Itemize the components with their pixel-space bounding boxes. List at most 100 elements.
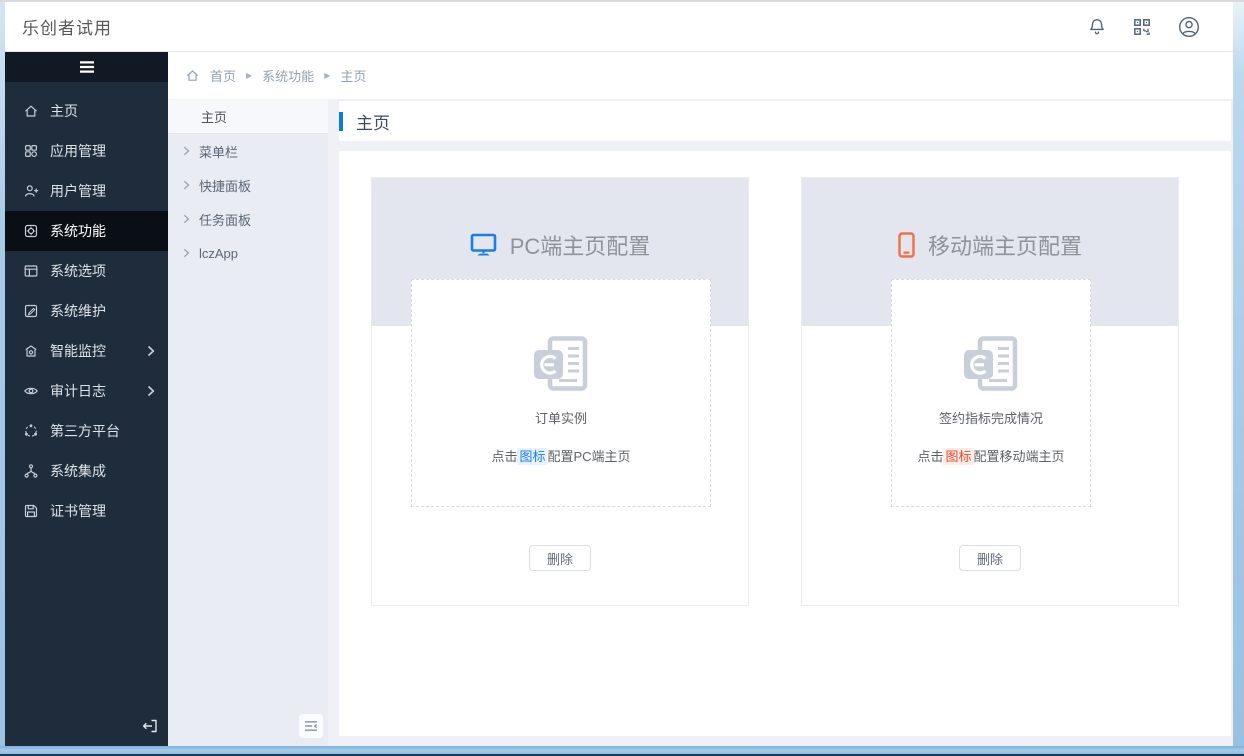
hamburger-icon bbox=[78, 61, 96, 73]
sidebar-item-label: 系统维护 bbox=[50, 301, 106, 321]
sidebar-collapse-exit-icon[interactable] bbox=[141, 718, 159, 734]
system-gear-icon bbox=[23, 223, 39, 239]
submenu-item-label: lczApp bbox=[199, 246, 238, 261]
breadcrumb-separator: ▶ bbox=[246, 72, 252, 80]
submenu-item-home[interactable]: 主页 bbox=[168, 100, 328, 134]
phone-icon bbox=[898, 232, 915, 258]
sidebar-item-label: 系统功能 bbox=[50, 221, 106, 241]
submenu-item-label: 主页 bbox=[201, 107, 227, 126]
hint-highlight: 图标 bbox=[943, 448, 973, 465]
main-sidebar: 主页 应用管理 用户管理 系统功能 系统选项 系统维护 bbox=[5, 52, 168, 746]
mobile-delete-button[interactable]: 删除 bbox=[959, 545, 1021, 571]
window-frame-top bbox=[0, 0, 1244, 2]
apps-grid-icon bbox=[23, 143, 39, 159]
title-accent-bar bbox=[339, 112, 343, 131]
sidebar-item-system-functions[interactable]: 系统功能 bbox=[5, 211, 168, 251]
chevron-right-icon bbox=[183, 146, 190, 156]
pc-widget-dropzone[interactable]: 订单实例 点击图标配置PC端主页 bbox=[411, 279, 711, 507]
home-icon bbox=[23, 103, 39, 119]
pc-widget-label: 订单实例 bbox=[535, 408, 587, 427]
mobile-card-title: 移动端主页配置 bbox=[928, 229, 1082, 261]
sidebar-item-system-maintenance[interactable]: 系统维护 bbox=[5, 291, 168, 331]
breadcrumb: 首页 ▶ 系统功能 ▶ 主页 bbox=[168, 52, 1233, 100]
sidebar-item-label: 证书管理 bbox=[50, 501, 106, 521]
sidebar-item-system-options[interactable]: 系统选项 bbox=[5, 251, 168, 291]
document-widget-icon[interactable] bbox=[529, 334, 593, 394]
panel-layout-icon bbox=[23, 263, 39, 279]
mobile-config-hint: 点击图标配置移动端主页 bbox=[917, 446, 1064, 465]
submenu-item-menu-bar[interactable]: 菜单栏 bbox=[168, 134, 328, 168]
pc-config-hint: 点击图标配置PC端主页 bbox=[491, 446, 630, 465]
sidebar-item-label: 第三方平台 bbox=[50, 421, 120, 441]
submenu-item-quick-panel[interactable]: 快捷面板 bbox=[168, 168, 328, 202]
chevron-right-icon bbox=[147, 345, 155, 357]
hint-highlight: 图标 bbox=[517, 448, 547, 465]
document-widget-icon[interactable] bbox=[959, 334, 1023, 394]
window-frame-left bbox=[0, 0, 5, 756]
breadcrumb-item-system-functions[interactable]: 系统功能 bbox=[262, 66, 314, 85]
sidebar-item-label: 用户管理 bbox=[50, 181, 106, 201]
sidebar-item-label: 主页 bbox=[50, 101, 78, 121]
sidebar-item-label: 系统选项 bbox=[50, 261, 106, 281]
sidebar-item-label: 系统集成 bbox=[50, 461, 106, 481]
breadcrumb-item-current[interactable]: 主页 bbox=[340, 66, 366, 85]
user-icon bbox=[23, 183, 39, 199]
submenu-item-task-panel[interactable]: 任务面板 bbox=[168, 202, 328, 236]
sidebar-item-certificate-management[interactable]: 证书管理 bbox=[5, 491, 168, 531]
top-bar: 乐创者试用 bbox=[5, 2, 1233, 52]
submenu-item-lczapp[interactable]: lczApp bbox=[168, 236, 328, 270]
network-circle-icon bbox=[23, 423, 39, 439]
app-title: 乐创者试用 bbox=[22, 14, 112, 39]
page-title-bar: 主页 bbox=[338, 100, 1232, 142]
mobile-widget-dropzone[interactable]: 签约指标完成情况 点击图标配置移动端主页 bbox=[891, 279, 1091, 507]
bell-icon[interactable] bbox=[1087, 17, 1107, 37]
breadcrumb-item-home[interactable]: 首页 bbox=[210, 66, 236, 85]
branch-icon bbox=[23, 463, 39, 479]
application-window: 乐创者试用 主页 应用管理 bbox=[0, 0, 1244, 756]
sidebar-item-system-integration[interactable]: 系统集成 bbox=[5, 451, 168, 491]
eye-icon bbox=[23, 383, 39, 399]
breadcrumb-separator: ▶ bbox=[324, 72, 330, 80]
floppy-icon bbox=[23, 503, 39, 519]
topbar-icon-group bbox=[1087, 15, 1201, 39]
hint-prefix: 点击 bbox=[917, 449, 943, 464]
user-avatar-icon[interactable] bbox=[1177, 15, 1201, 39]
sidebar-nav: 主页 应用管理 用户管理 系统功能 系统选项 系统维护 bbox=[5, 82, 168, 531]
hint-suffix: 配置PC端主页 bbox=[547, 449, 630, 464]
breadcrumb-home-icon bbox=[185, 68, 200, 83]
qr-code-icon[interactable] bbox=[1132, 17, 1152, 37]
submenu-item-label: 任务面板 bbox=[199, 210, 251, 229]
mobile-widget-label: 签约指标完成情况 bbox=[939, 408, 1043, 427]
sidebar-item-user-management[interactable]: 用户管理 bbox=[5, 171, 168, 211]
surveillance-icon bbox=[23, 343, 39, 359]
monitor-icon bbox=[470, 233, 497, 257]
page-title: 主页 bbox=[356, 109, 390, 134]
pc-card-title: PC端主页配置 bbox=[510, 229, 651, 261]
maintenance-icon bbox=[23, 303, 39, 319]
hint-suffix: 配置移动端主页 bbox=[974, 449, 1065, 464]
sidebar-item-audit-log[interactable]: 审计日志 bbox=[5, 371, 168, 411]
sidebar-item-label: 智能监控 bbox=[50, 341, 106, 361]
sidebar-item-label: 审计日志 bbox=[50, 381, 106, 401]
chevron-right-icon bbox=[183, 214, 190, 224]
sidebar-item-app-management[interactable]: 应用管理 bbox=[5, 131, 168, 171]
content-panel: PC端主页配置 订单实例 点击图标配置PC端主页 删除 移动端主页配 bbox=[338, 150, 1232, 737]
window-frame-bottom bbox=[0, 746, 1244, 756]
submenu-collapse-icon[interactable] bbox=[299, 714, 323, 738]
sidebar-item-home[interactable]: 主页 bbox=[5, 91, 168, 131]
window-frame-right bbox=[1233, 0, 1244, 756]
pc-delete-button[interactable]: 删除 bbox=[529, 545, 591, 571]
main-content: 主页 PC端主页配置 订单实例 点击图标配置PC端主页 删除 bbox=[328, 100, 1233, 746]
secondary-sidebar: 主页 菜单栏 快捷面板 任务面板 lczApp bbox=[168, 100, 328, 746]
submenu-item-label: 菜单栏 bbox=[199, 142, 238, 161]
card-mobile-home-config: 移动端主页配置 签约指标完成情况 点击图标配置移动端主页 删除 bbox=[801, 177, 1179, 606]
chevron-right-icon bbox=[183, 180, 190, 190]
hint-prefix: 点击 bbox=[491, 449, 517, 464]
sidebar-item-smart-monitoring[interactable]: 智能监控 bbox=[5, 331, 168, 371]
card-pc-home-config: PC端主页配置 订单实例 点击图标配置PC端主页 删除 bbox=[371, 177, 749, 606]
sidebar-item-third-party-platform[interactable]: 第三方平台 bbox=[5, 411, 168, 451]
chevron-right-icon bbox=[147, 385, 155, 397]
sidebar-toggle-button[interactable] bbox=[5, 52, 168, 82]
submenu-item-label: 快捷面板 bbox=[199, 176, 251, 195]
sidebar-item-label: 应用管理 bbox=[50, 141, 106, 161]
